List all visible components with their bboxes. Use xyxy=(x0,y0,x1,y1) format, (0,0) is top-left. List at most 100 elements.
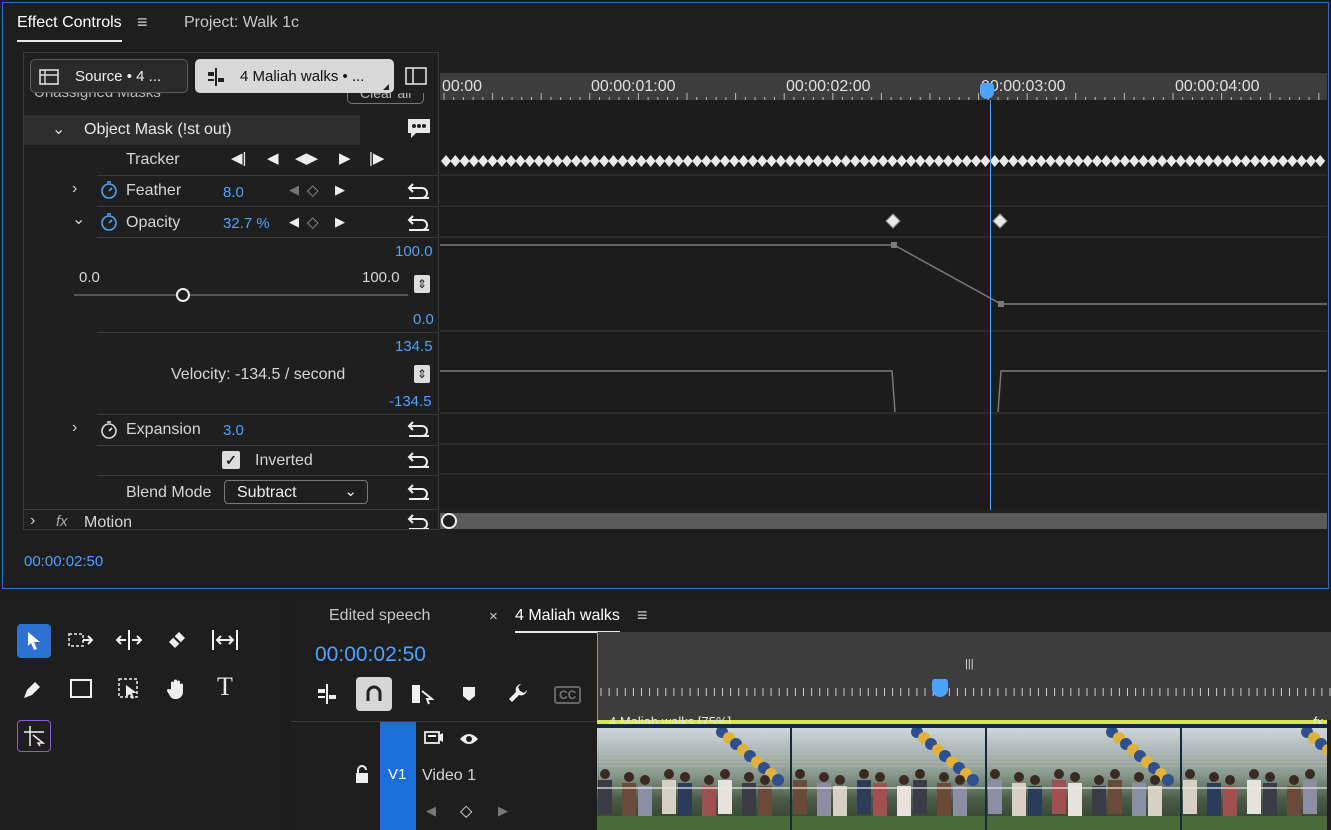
chevron-down-icon[interactable]: ⌄ xyxy=(72,209,85,229)
timeline-settings-wrench-icon[interactable] xyxy=(506,681,530,705)
expansion-label: Expansion xyxy=(126,421,201,438)
film-clip-icon xyxy=(39,67,59,87)
opacity-slider-track[interactable] xyxy=(74,288,408,302)
next-keyframe-icon[interactable]: ▶ xyxy=(498,803,508,819)
rectangle-tool[interactable] xyxy=(67,675,95,703)
lock-track-icon[interactable] xyxy=(353,763,371,785)
opacity-graph-max: 100.0 xyxy=(395,243,433,260)
reset-motion-icon[interactable] xyxy=(406,512,432,529)
feather-value[interactable]: 8.0 xyxy=(223,184,244,201)
ripple-edit-tool[interactable] xyxy=(115,626,143,654)
timeline-timecode[interactable]: 00:00:02:50 xyxy=(315,643,426,667)
opacity-slider-min: 0.0 xyxy=(79,269,100,286)
add-keyframe-icon[interactable]: ◇ xyxy=(460,801,472,821)
unassigned-masks-label: Unassigned Masks xyxy=(34,93,161,101)
object-select-tool[interactable] xyxy=(115,675,143,703)
track-back-one-frame-icon[interactable]: ◀ xyxy=(267,149,279,167)
add-keyframe-icon[interactable]: ◇ xyxy=(307,213,319,231)
inverted-checkbox[interactable]: ✓ xyxy=(222,451,240,469)
tab-effect-controls[interactable]: Effect Controls xyxy=(17,14,122,42)
hand-tool[interactable] xyxy=(163,675,191,703)
timeline-playhead-handle[interactable] xyxy=(932,679,948,697)
slip-tool[interactable] xyxy=(211,626,239,654)
close-tab-icon[interactable]: × xyxy=(489,608,498,625)
snap-magnet-icon[interactable] xyxy=(356,677,392,711)
fx-icon: fx xyxy=(56,513,68,530)
velocity-scale-icon[interactable]: ⇕ xyxy=(414,365,430,383)
sequence-clip-button[interactable]: 4 Maliah walks • ... xyxy=(195,59,394,93)
pen-tool[interactable] xyxy=(19,675,47,703)
stopwatch-icon[interactable] xyxy=(99,420,119,440)
effect-properties-pane: Source • 4 ... 4 Maliah walks • ... Unas… xyxy=(23,52,439,530)
track-both-directions-icon[interactable]: ◀▶ xyxy=(295,149,318,167)
chevron-down-icon[interactable]: ⌄ xyxy=(52,119,65,139)
chevron-right-icon[interactable]: › xyxy=(72,180,77,198)
mask-comment-icon[interactable] xyxy=(405,116,433,142)
linked-selection-icon[interactable] xyxy=(409,683,435,705)
graph-horizontal-scrollbar[interactable] xyxy=(440,513,1327,529)
graph-scale-icon[interactable]: ⇕ xyxy=(414,275,430,293)
chevron-down-icon: ⌄ xyxy=(344,483,357,500)
add-keyframe-icon[interactable]: ◇ xyxy=(307,181,319,199)
tab-project[interactable]: Project: Walk 1c xyxy=(184,14,299,32)
reset-feather-icon[interactable] xyxy=(406,180,432,200)
opacity-keyframe-nav: ◀ ◇ ▶ xyxy=(289,214,349,232)
source-clip-button[interactable]: Source • 4 ... xyxy=(30,59,188,93)
video-clip[interactable]: 4 Maliah walks [75%] fx xyxy=(597,714,1327,830)
keyframe-graph-area[interactable] xyxy=(440,100,1327,510)
toggle-sync-lock-icon[interactable] xyxy=(423,729,445,747)
expansion-value[interactable]: 3.0 xyxy=(223,422,244,439)
chevron-right-icon[interactable]: › xyxy=(30,512,35,529)
motion-label[interactable]: Motion xyxy=(84,514,132,529)
blend-mode-dropdown[interactable]: Subtract ⌄ xyxy=(224,480,368,504)
object-mask-header[interactable]: ⌄ Object Mask (!st out) xyxy=(24,115,360,145)
add-marker-icon[interactable] xyxy=(459,683,479,705)
insert-nest-icon[interactable] xyxy=(315,683,339,705)
opacity-graph-min: 0.0 xyxy=(413,311,434,328)
playhead-line xyxy=(990,100,991,510)
scrollbar-handle[interactable] xyxy=(441,513,457,529)
stopwatch-icon[interactable] xyxy=(99,180,119,200)
toggle-timeline-view-icon[interactable] xyxy=(405,67,427,85)
time-ruler[interactable]: 00:00 00:00:01:00 00:00:02:00 00:00:03:0… xyxy=(440,73,1327,100)
panel-menu-icon[interactable]: ≡ xyxy=(637,605,648,626)
chevron-right-icon[interactable]: › xyxy=(72,419,77,437)
razor-tool[interactable] xyxy=(163,626,191,654)
track-select-tool[interactable] xyxy=(67,626,95,654)
opacity-value[interactable]: 32.7 % xyxy=(223,215,270,232)
current-timecode[interactable]: 00:00:02:50 xyxy=(24,553,103,570)
next-keyframe-icon[interactable]: ▶ xyxy=(335,214,345,230)
reset-blend-mode-icon[interactable] xyxy=(406,481,432,501)
toggle-track-output-eye-icon[interactable] xyxy=(458,731,480,747)
blend-mode-value: Subtract xyxy=(237,484,297,501)
feather-label: Feather xyxy=(126,182,182,199)
prev-keyframe-icon[interactable]: ◀ xyxy=(289,214,299,230)
track-backward-icon[interactable]: ◀| xyxy=(231,149,246,167)
next-keyframe-icon[interactable]: ▶ xyxy=(335,182,345,198)
v1-track-target[interactable]: V1 xyxy=(380,722,416,830)
tab-edited-speech[interactable]: Edited speech xyxy=(329,607,430,625)
reset-expansion-icon[interactable] xyxy=(406,418,432,438)
work-area-grip-icon[interactable]: ||| xyxy=(965,658,974,670)
smart-tool[interactable] xyxy=(17,720,51,752)
captions-icon[interactable]: CC xyxy=(554,686,582,704)
clip-thumbnails xyxy=(597,728,1327,830)
opacity-slider-thumb[interactable] xyxy=(176,288,191,302)
track-forward-icon[interactable]: |▶ xyxy=(369,149,384,167)
tab-4-maliah-walks[interactable]: 4 Maliah walks xyxy=(515,607,620,633)
playhead-handle[interactable] xyxy=(980,83,994,99)
type-tool[interactable]: T xyxy=(211,672,239,701)
stopwatch-icon[interactable] xyxy=(99,212,119,232)
panel-menu-icon[interactable]: ≡ xyxy=(137,12,148,33)
timeline-ruler[interactable]: ||| xyxy=(597,632,1331,720)
track-name-label: Video 1 xyxy=(422,767,476,784)
track-forward-one-frame-icon[interactable]: ▶ xyxy=(339,149,351,167)
prev-keyframe-icon[interactable]: ◀ xyxy=(426,803,436,819)
clear-all-button[interactable]: Clear all xyxy=(347,93,425,104)
reset-opacity-icon[interactable] xyxy=(406,212,432,232)
prev-keyframe-icon[interactable]: ◀ xyxy=(289,182,299,198)
selection-tool[interactable] xyxy=(17,624,51,658)
reset-inverted-icon[interactable] xyxy=(406,449,432,469)
inverted-label: Inverted xyxy=(255,452,313,469)
object-mask-name: Object Mask (!st out) xyxy=(84,121,232,138)
